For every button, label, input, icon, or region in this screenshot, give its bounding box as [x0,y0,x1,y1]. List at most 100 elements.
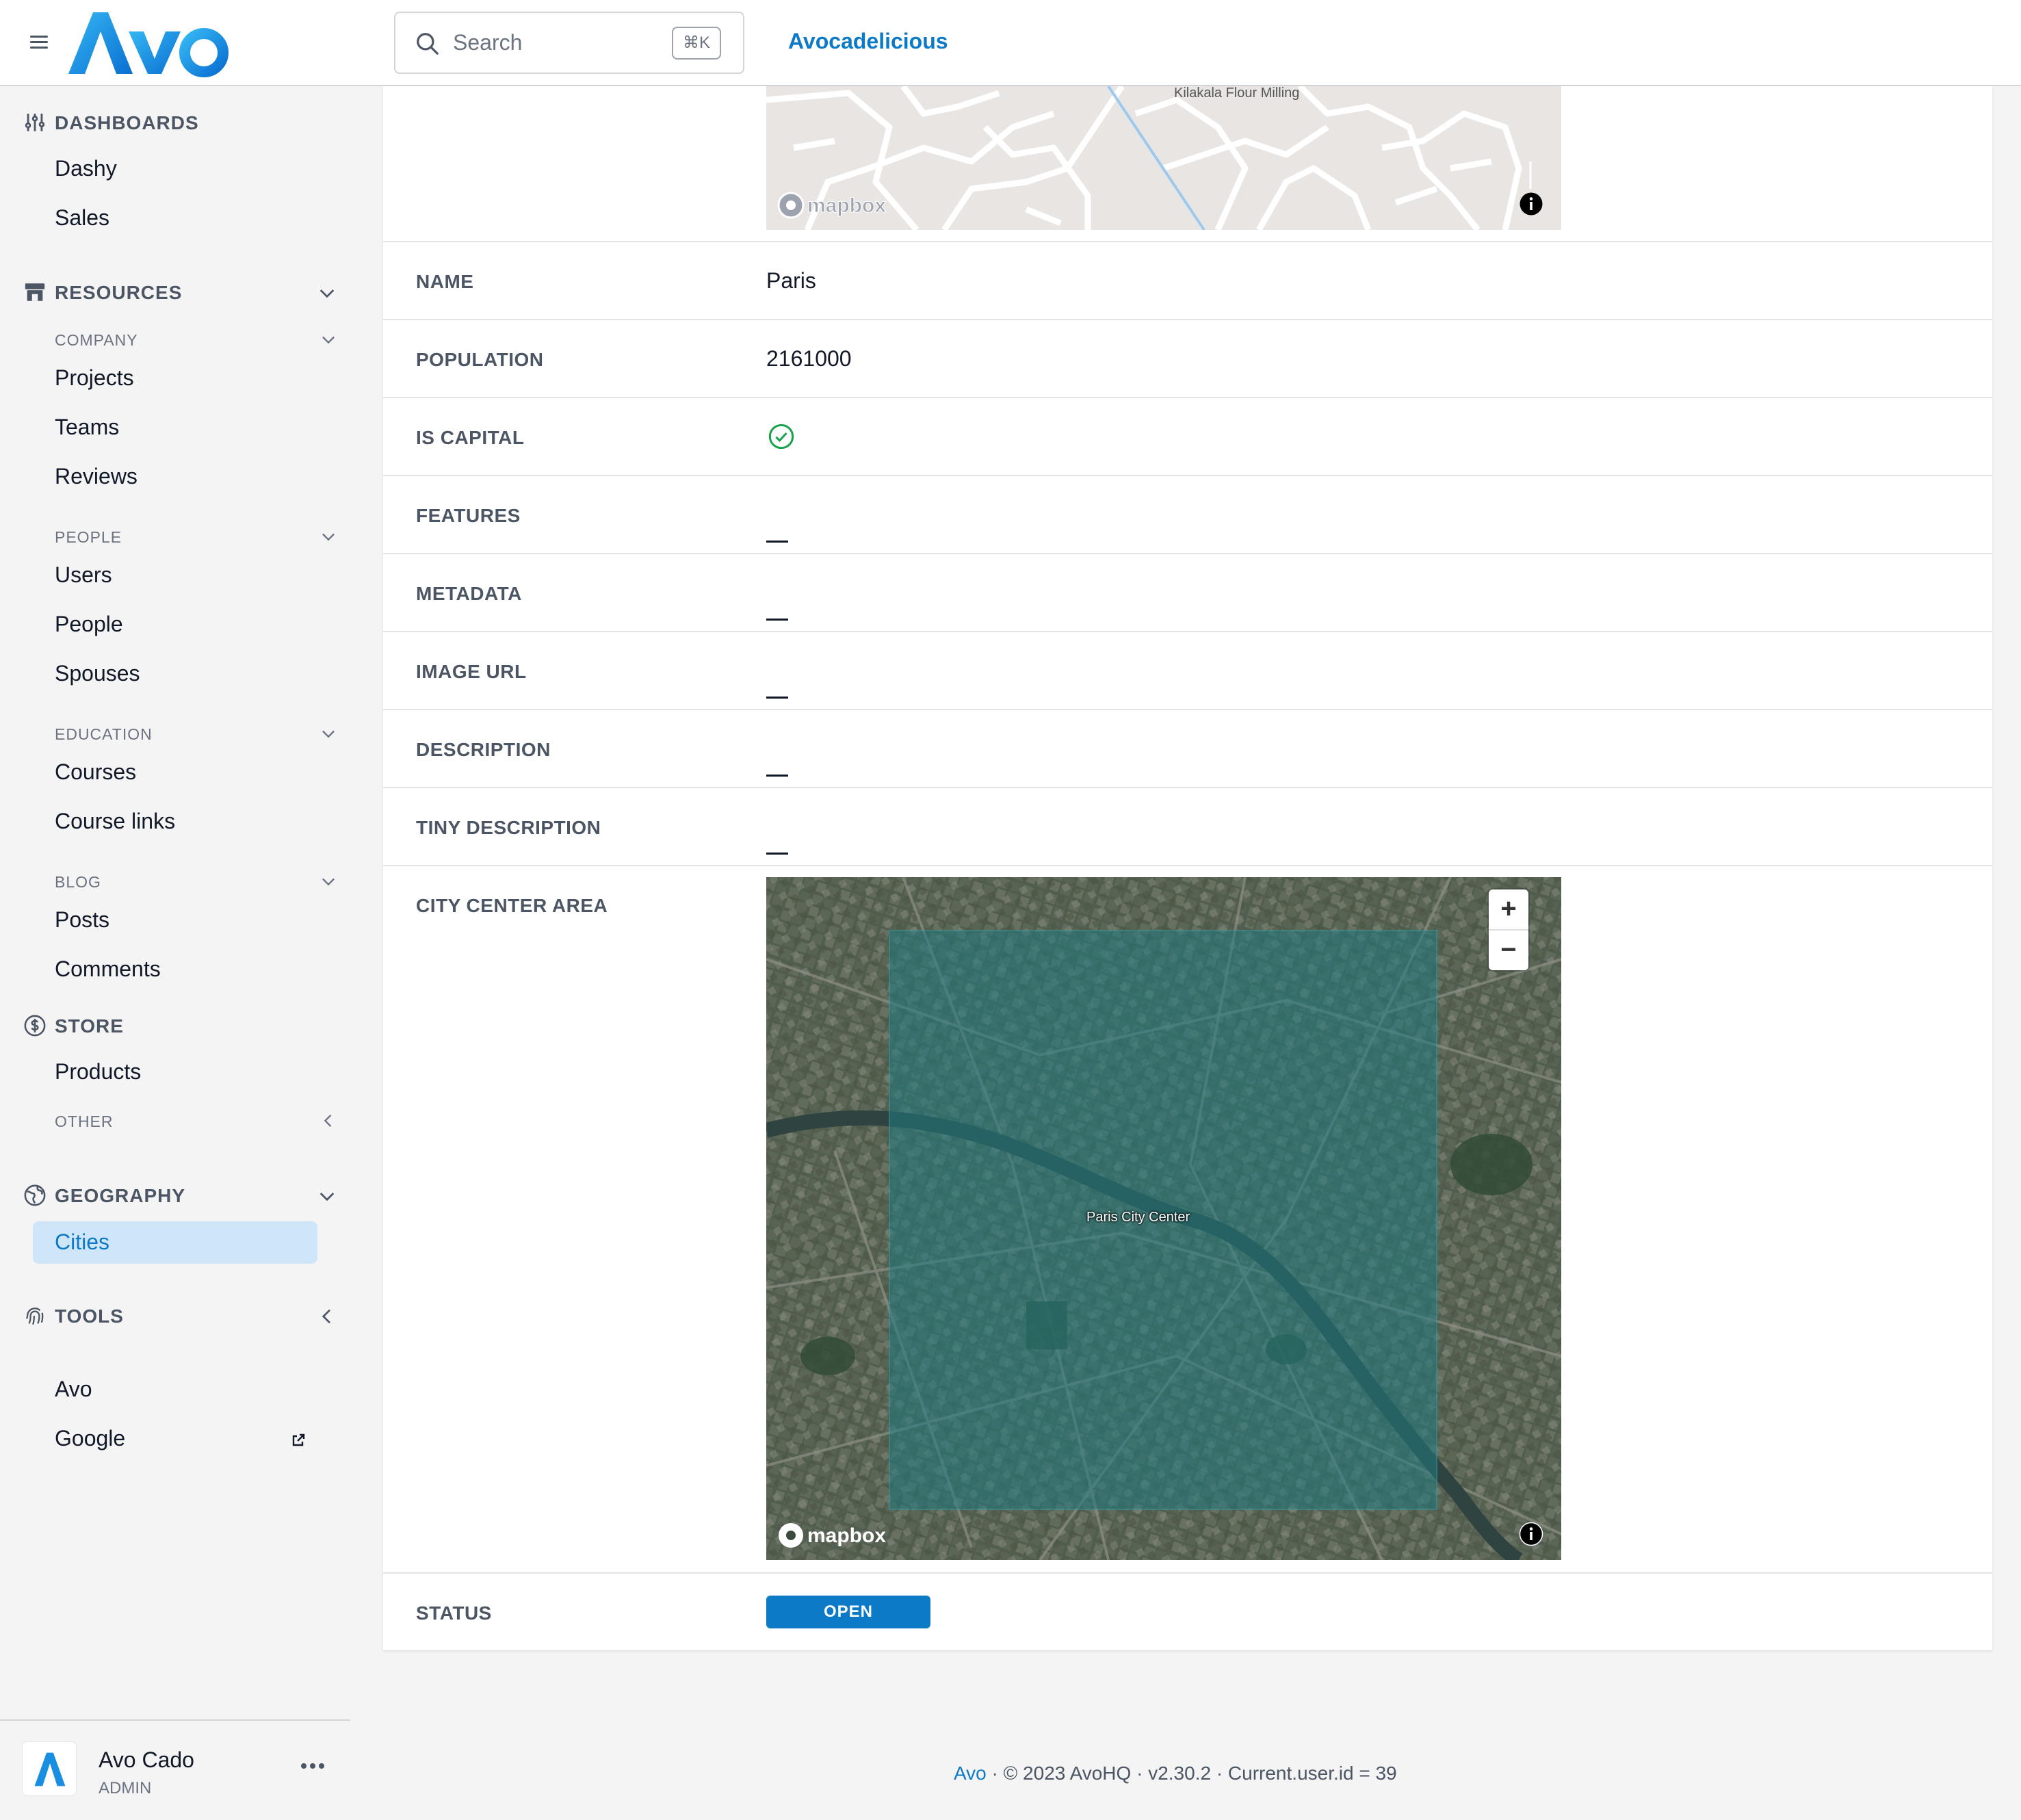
field-value [766,502,794,543]
field-label: CITY CENTER AREA [416,895,608,916]
section-label: GEOGRAPHY [55,1185,186,1206]
sidebar-item-avo[interactable]: Avo [55,1377,92,1402]
sidebar-item-products[interactable]: Products [55,1059,141,1084]
section-tools[interactable]: TOOLS [23,1303,338,1330]
group-company[interactable]: COMPANY [55,330,338,350]
group-label: PEOPLE [55,528,122,546]
chevron-left-icon[interactable] [319,1111,338,1130]
field-label: DESCRIPTION [416,739,551,760]
field-label: TINY DESCRIPTION [416,817,601,838]
sidebar-item-projects[interactable]: Projects [55,365,134,391]
sidebar-item-dashy[interactable]: Dashy [55,156,117,181]
sidebar-item-teams[interactable]: Teams [55,415,119,440]
record-card: Kilakala Flour Milling mapbox NAME Paris… [383,86,1992,1650]
group-label: OTHER [55,1113,114,1130]
more-icon[interactable] [301,1760,328,1769]
chevron-down-icon[interactable] [319,527,338,546]
group-people[interactable]: PEOPLE [55,527,338,547]
sidebar-item-cities[interactable]: Cities [33,1221,317,1264]
field-value [766,814,794,855]
field-row-image-url: IMAGE URL [383,631,1992,709]
empty-value-dash [766,541,788,543]
sidebar-item-sales[interactable]: Sales [55,205,109,231]
field-value [766,736,794,777]
info-icon[interactable] [1519,192,1543,216]
group-label: COMPANY [55,331,138,349]
sidebar-item-spouses[interactable]: Spouses [55,661,140,686]
field-value: 2161000 [766,346,852,371]
footer-avo-link[interactable]: Avo [954,1763,987,1784]
section-geography[interactable]: GEOGRAPHY [23,1182,338,1210]
field-value [766,658,794,699]
chevron-down-icon[interactable] [319,724,338,743]
chevron-down-icon[interactable] [316,282,338,304]
section-label: RESOURCES [55,282,183,303]
zoom-out-button[interactable]: − [1489,929,1528,970]
section-label: TOOLS [55,1305,124,1327]
empty-value-dash [766,619,788,621]
info-icon[interactable] [1519,1522,1543,1546]
sidebar-item-comments[interactable]: Comments [55,957,161,982]
chevron-down-icon[interactable] [319,330,338,349]
chevron-left-icon[interactable] [316,1305,338,1327]
field-label: NAME [416,271,474,292]
location-map[interactable]: Kilakala Flour Milling mapbox [766,86,1561,230]
chevron-down-icon[interactable] [319,872,338,891]
sidebar-item-users[interactable]: Users [55,562,112,588]
sidebar-item-posts[interactable]: Posts [55,907,109,933]
field-row-tiny-description: TINY DESCRIPTION [383,787,1992,865]
group-education[interactable]: EDUCATION [55,724,338,744]
sidebar-item-label: Cities [55,1230,110,1254]
user-name: Avo Cado [99,1747,194,1772]
footer-text: · © 2023 AvoHQ · v2.30.2 · Current.user.… [986,1763,1397,1784]
dollar-circle-icon [24,1015,46,1037]
sidebar-item-google[interactable]: Google [55,1426,125,1451]
avo-logo-mark [34,1752,66,1786]
svg-text:mapbox: mapbox [807,1524,886,1547]
search-bar[interactable]: Search ⌘K [394,12,744,74]
empty-value-dash [766,775,788,777]
group-label: BLOG [55,873,101,891]
field-row-population: POPULATION 2161000 [383,319,1992,397]
sidebar-item-people[interactable]: People [55,612,123,637]
zoom-control: + − [1489,889,1528,970]
search-shortcut: ⌘K [672,27,721,60]
section-label: DASHBOARDS [55,112,199,133]
chevron-down-icon[interactable] [316,1185,338,1207]
sidebar-item-course-links[interactable]: Course links [55,809,175,834]
section-store: STORE [23,1013,338,1040]
top-bar: Search ⌘K Avocadelicious [0,0,2021,86]
group-blog[interactable]: BLOG [55,872,338,892]
area-label: Paris City Center [1086,1210,1190,1225]
city-center-map[interactable]: Paris City Center + − mapbox [766,877,1561,1560]
field-row-metadata: METADATA [383,553,1992,631]
field-value: Paris [766,268,816,293]
field-row-name: NAME Paris [383,241,1992,319]
field-row-is-capital: IS CAPITAL [383,397,1992,475]
external-link-icon [292,1433,305,1446]
fingerprint-icon [25,1308,44,1325]
empty-value-dash [766,697,788,699]
mapbox-logo[interactable]: mapbox [776,190,906,220]
field-value [766,580,794,621]
globe-icon [24,1184,46,1206]
avatar [22,1741,77,1796]
avo-logo[interactable] [66,7,230,78]
sidebar-item-courses[interactable]: Courses [55,759,136,785]
app-home-link[interactable]: Avocadelicious [788,29,948,54]
field-label: STATUS [416,1602,492,1624]
group-other[interactable]: OTHER [55,1111,338,1132]
zoom-in-button[interactable]: + [1489,889,1528,929]
mapbox-logo[interactable]: mapbox [776,1520,906,1550]
menu-icon[interactable] [30,36,48,49]
field-row-features: FEATURES [383,475,1992,553]
sidebar: DASHBOARDS Dashy Sales RESOURCES COMPANY… [0,86,350,1820]
sidebar-item-reviews[interactable]: Reviews [55,464,138,489]
search-icon [417,33,439,55]
field-label: METADATA [416,583,522,604]
divider [0,1719,350,1721]
section-resources[interactable]: RESOURCES [23,279,338,307]
status-badge: OPEN [766,1596,930,1628]
map-place-label: Kilakala Flour Milling [1174,86,1299,101]
store-icon [25,283,45,301]
